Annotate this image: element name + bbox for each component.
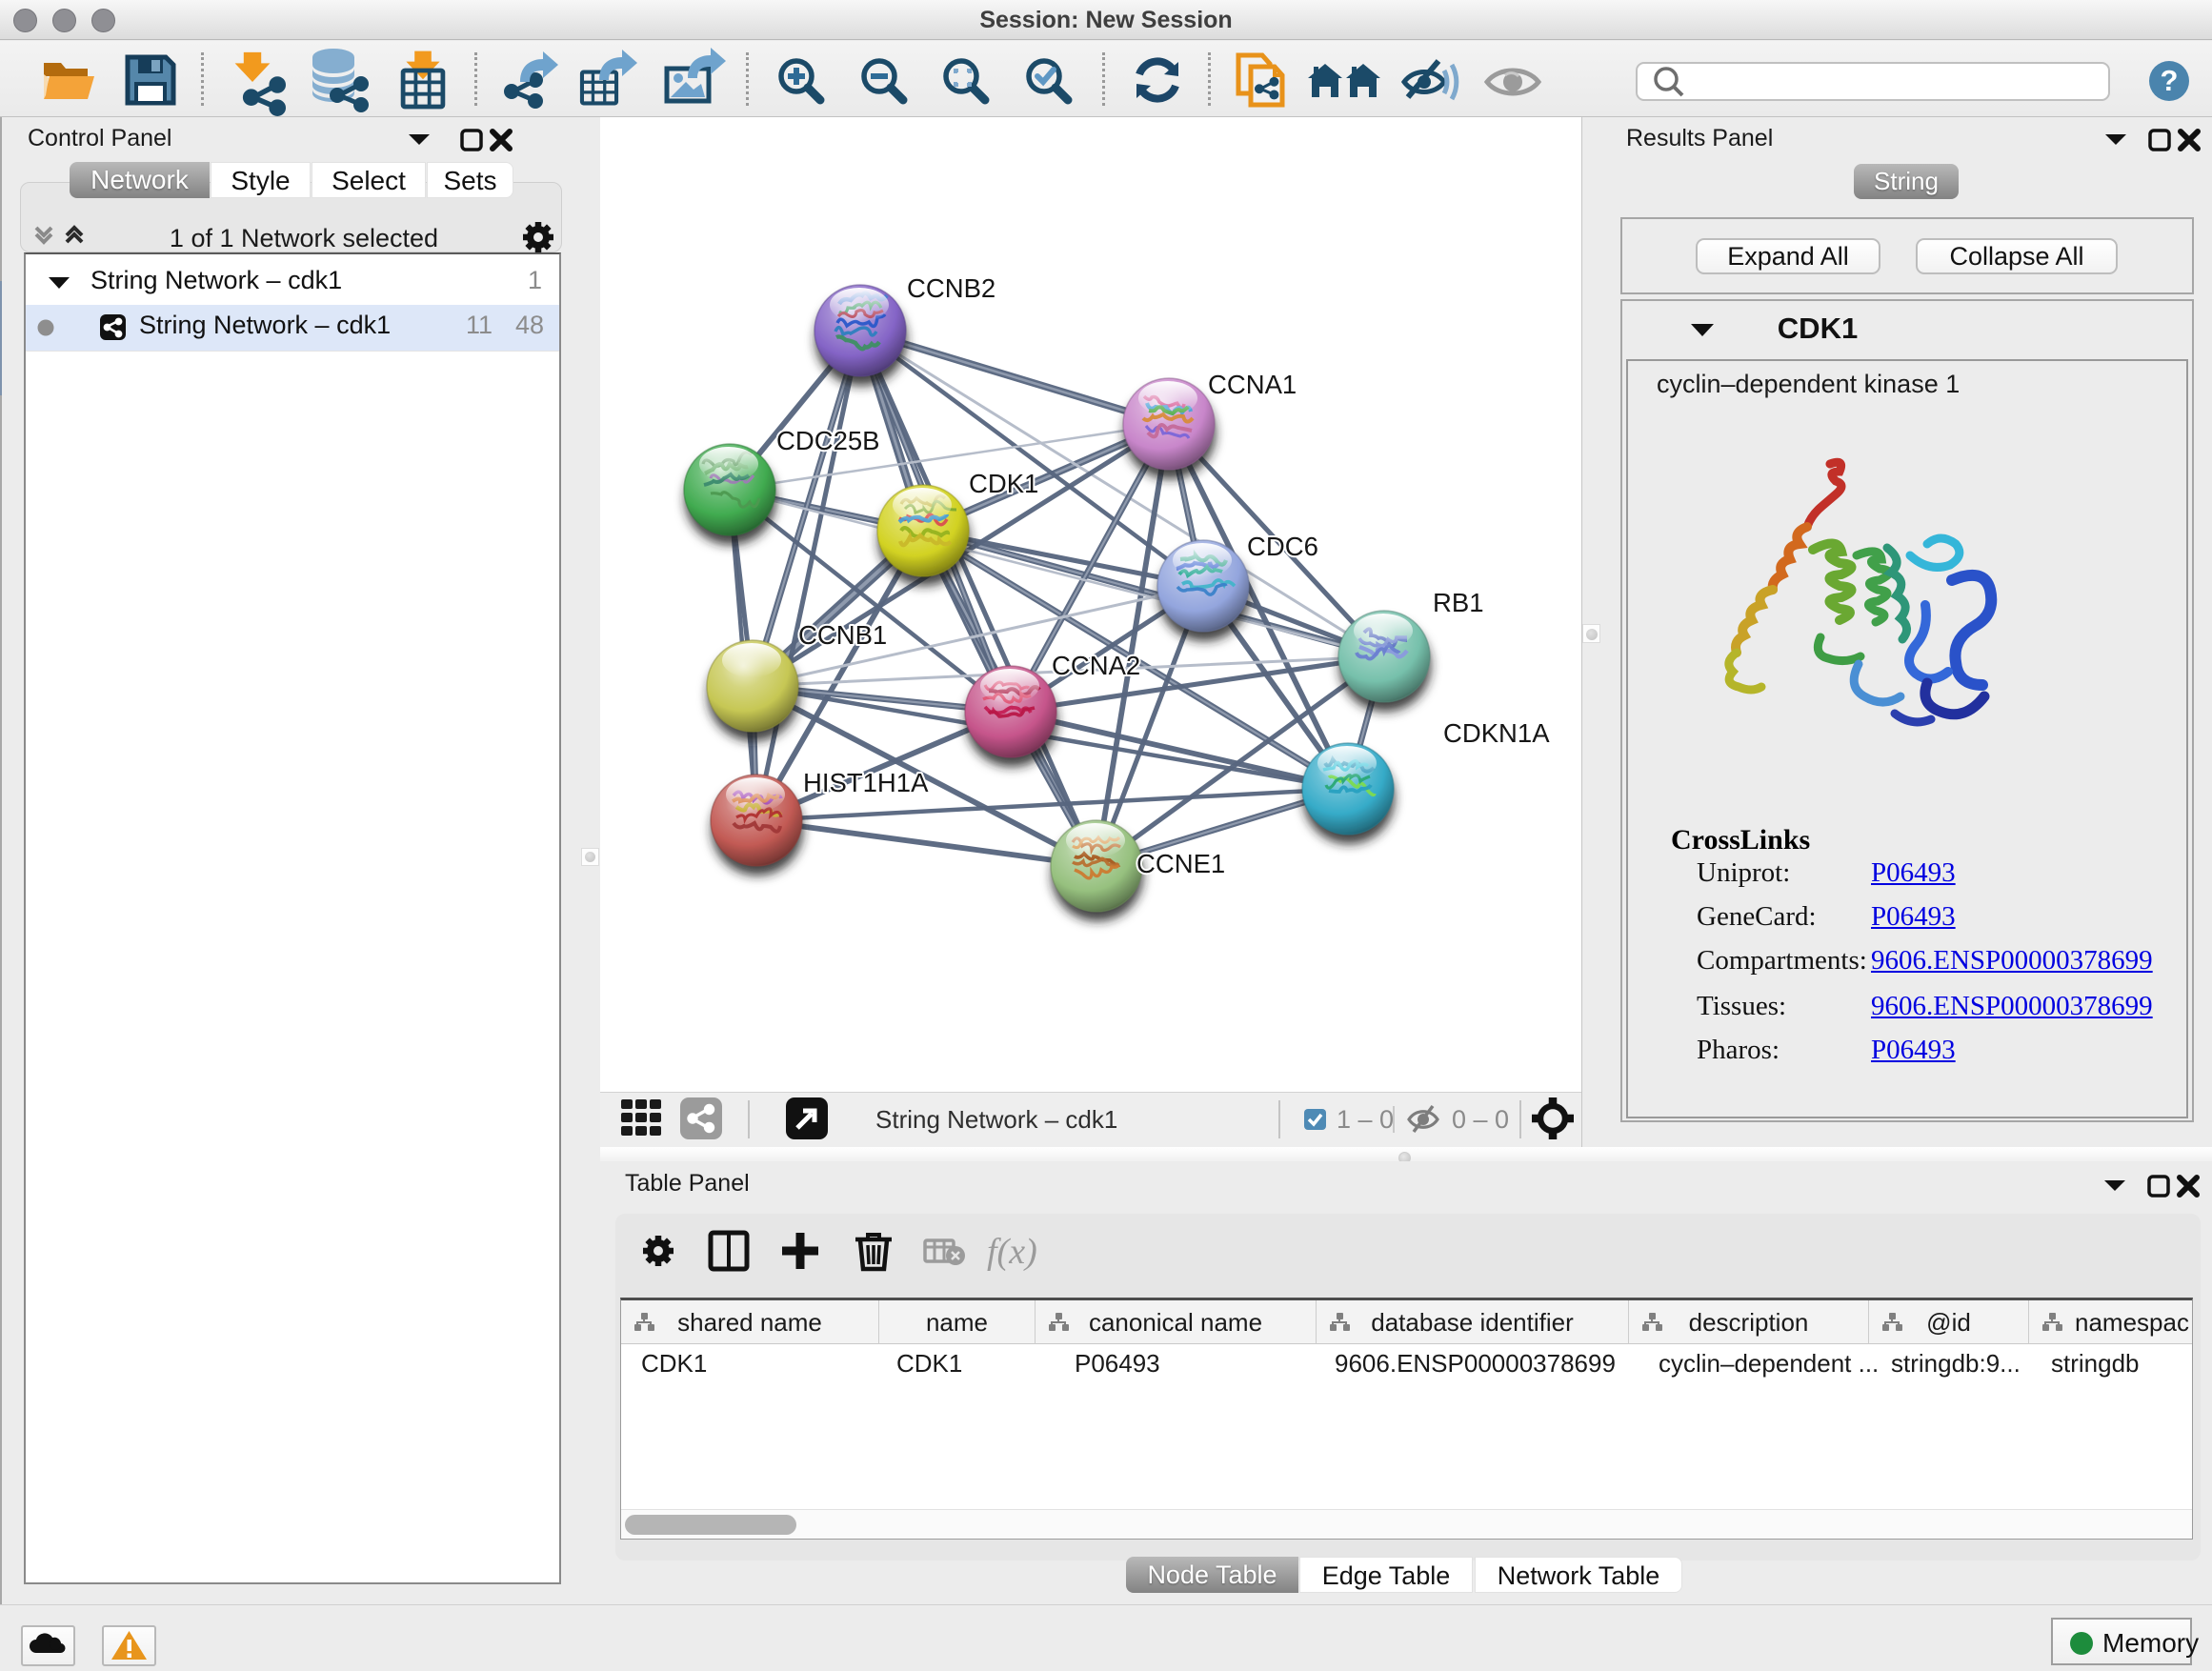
svg-text:0 – 0: 0 – 0 (1452, 1105, 1509, 1134)
svg-text:CCNA1: CCNA1 (1208, 370, 1297, 399)
svg-text:CCNA2: CCNA2 (1052, 651, 1140, 680)
svg-text:f(x): f(x) (987, 1232, 1037, 1272)
svg-text:HIST1H1A: HIST1H1A (803, 768, 929, 797)
svg-text:CCNB2: CCNB2 (907, 273, 995, 303)
svg-text:CDC6: CDC6 (1247, 532, 1318, 561)
svg-text:CDK1: CDK1 (969, 469, 1038, 498)
svg-text:CDKN1A: CDKN1A (1443, 718, 1550, 748)
svg-text:CCNE1: CCNE1 (1136, 849, 1225, 878)
svg-text:1 – 0: 1 – 0 (1337, 1105, 1394, 1134)
svg-text:?: ? (2161, 64, 2179, 97)
svg-text:CDC25B: CDC25B (776, 426, 880, 455)
svg-text:String Network – cdk1: String Network – cdk1 (875, 1105, 1117, 1134)
svg-text:RB1: RB1 (1433, 588, 1484, 617)
svg-text:CCNB1: CCNB1 (798, 620, 887, 650)
